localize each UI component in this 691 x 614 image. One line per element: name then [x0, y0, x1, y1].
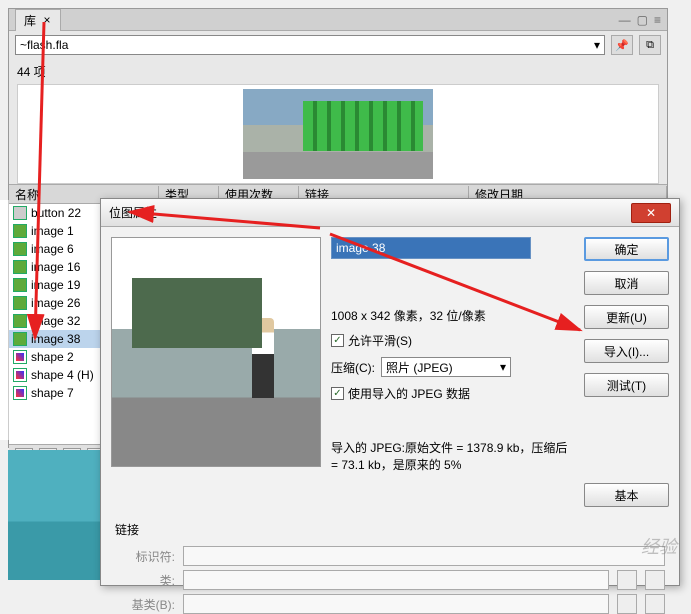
checkbox-icon: ✓: [331, 387, 344, 400]
img-icon: [13, 242, 27, 256]
bitmap-preview: [111, 237, 321, 467]
dialog-buttons: 确定 取消 更新(U) 导入(I)... 测试(T) 基本: [584, 237, 669, 507]
identifier-label: 标识符:: [115, 548, 175, 565]
library-file-name: ~flash.fla: [20, 38, 68, 52]
test-button[interactable]: 测试(T): [584, 373, 669, 397]
img-icon: [13, 296, 27, 310]
list-item-label: image 6: [31, 242, 74, 256]
link-heading: 链接: [115, 517, 665, 542]
library-tab[interactable]: 库 ×: [15, 9, 61, 31]
menu-icon[interactable]: ≡: [654, 13, 661, 27]
list-item-label: shape 4 (H): [31, 368, 94, 382]
compression-label: 压缩(C):: [331, 359, 375, 376]
ok-button[interactable]: 确定: [584, 237, 669, 261]
library-item-count: 44 项: [9, 59, 667, 84]
list-item-label: image 26: [31, 296, 80, 310]
close-icon[interactable]: ×: [42, 15, 52, 25]
img-icon: [13, 314, 27, 328]
link-section: 链接 标识符: 类: 基类(B):: [101, 517, 679, 614]
shape-icon: [13, 350, 27, 364]
list-item-label: image 19: [31, 278, 80, 292]
btn-icon: [13, 206, 27, 220]
list-item-label: shape 2: [31, 350, 74, 364]
chevron-down-icon: ▾: [594, 38, 600, 52]
dialog-titlebar: 位图属性 ✕: [101, 199, 679, 227]
update-button[interactable]: 更新(U): [584, 305, 669, 329]
compression-value: 照片 (JPEG): [386, 359, 453, 376]
pin-button[interactable]: 📌: [611, 35, 633, 55]
chevron-down-icon: ▾: [500, 360, 506, 374]
watermark: 经验: [641, 533, 677, 559]
minimize-icon[interactable]: —: [619, 13, 631, 27]
img-icon: [13, 260, 27, 274]
bitmap-name-input[interactable]: image 38: [331, 237, 531, 259]
preview-person: [252, 318, 274, 398]
baseclass-browse-button[interactable]: [617, 594, 637, 614]
shape-icon: [13, 368, 27, 382]
library-preview: [17, 84, 659, 184]
dialog-preview-pane: [111, 237, 321, 507]
img-icon: [13, 332, 27, 346]
new-library-button[interactable]: ⧉: [639, 35, 661, 55]
list-item-label: image 1: [31, 224, 74, 238]
close-button[interactable]: ✕: [631, 203, 671, 223]
list-item-label: image 32: [31, 314, 80, 328]
img-icon: [13, 224, 27, 238]
shape-icon: [13, 386, 27, 400]
checkbox-icon: ✓: [331, 334, 344, 347]
class-row: 类:: [115, 570, 665, 590]
dialog-body: image 38 1008 x 342 像素，32 位/像素 ✓ 允许平滑(S)…: [101, 227, 679, 517]
cancel-button[interactable]: 取消: [584, 271, 669, 295]
class-label: 类:: [115, 572, 175, 589]
identifier-input[interactable]: [183, 546, 665, 566]
bitmap-name-value: image 38: [336, 241, 385, 255]
baseclass-label: 基类(B):: [115, 596, 175, 613]
list-item-label: shape 7: [31, 386, 74, 400]
edge-strip: [0, 200, 9, 440]
bitmap-properties-dialog: 位图属性 ✕ image 38 1008 x 342 像素，32 位/像素 ✓ …: [100, 198, 680, 586]
dialog-fields: image 38 1008 x 342 像素，32 位/像素 ✓ 允许平滑(S)…: [331, 237, 574, 507]
list-item-label: image 38: [31, 332, 80, 346]
import-info: 导入的 JPEG:原始文件 = 1378.9 kb，压缩后 = 73.1 kb，…: [331, 440, 574, 474]
library-file-row: ~flash.fla ▾ 📌 ⧉: [9, 31, 667, 59]
identifier-row: 标识符:: [115, 546, 665, 566]
dialog-title-text: 位图属性: [109, 204, 157, 221]
baseclass-input[interactable]: [183, 594, 609, 614]
class-edit-button[interactable]: [645, 570, 665, 590]
collapse-icon[interactable]: ▢: [637, 13, 648, 27]
bitmap-dimensions: 1008 x 342 像素，32 位/像素: [331, 307, 574, 324]
baseclass-edit-button[interactable]: [645, 594, 665, 614]
smoothing-row[interactable]: ✓ 允许平滑(S): [331, 332, 574, 349]
import-button[interactable]: 导入(I)...: [584, 339, 669, 363]
library-tabs: 库 × — ▢ ≡: [9, 9, 667, 31]
baseclass-row: 基类(B):: [115, 594, 665, 614]
img-icon: [13, 278, 27, 292]
use-imported-label: 使用导入的 JPEG 数据: [348, 385, 470, 402]
list-item-label: button 22: [31, 206, 81, 220]
use-imported-row[interactable]: ✓ 使用导入的 JPEG 数据: [331, 385, 574, 402]
smoothing-label: 允许平滑(S): [348, 332, 412, 349]
class-browse-button[interactable]: [617, 570, 637, 590]
library-tab-label: 库: [24, 12, 36, 29]
basic-button[interactable]: 基本: [584, 483, 669, 507]
library-preview-image: [243, 89, 433, 179]
compression-row: 压缩(C): 照片 (JPEG) ▾: [331, 357, 574, 377]
compression-select[interactable]: 照片 (JPEG) ▾: [381, 357, 511, 377]
list-item-label: image 16: [31, 260, 80, 274]
library-file-select[interactable]: ~flash.fla ▾: [15, 35, 605, 55]
panel-window-controls: — ▢ ≡: [619, 13, 661, 27]
background-preview: [8, 450, 103, 580]
class-input[interactable]: [183, 570, 609, 590]
